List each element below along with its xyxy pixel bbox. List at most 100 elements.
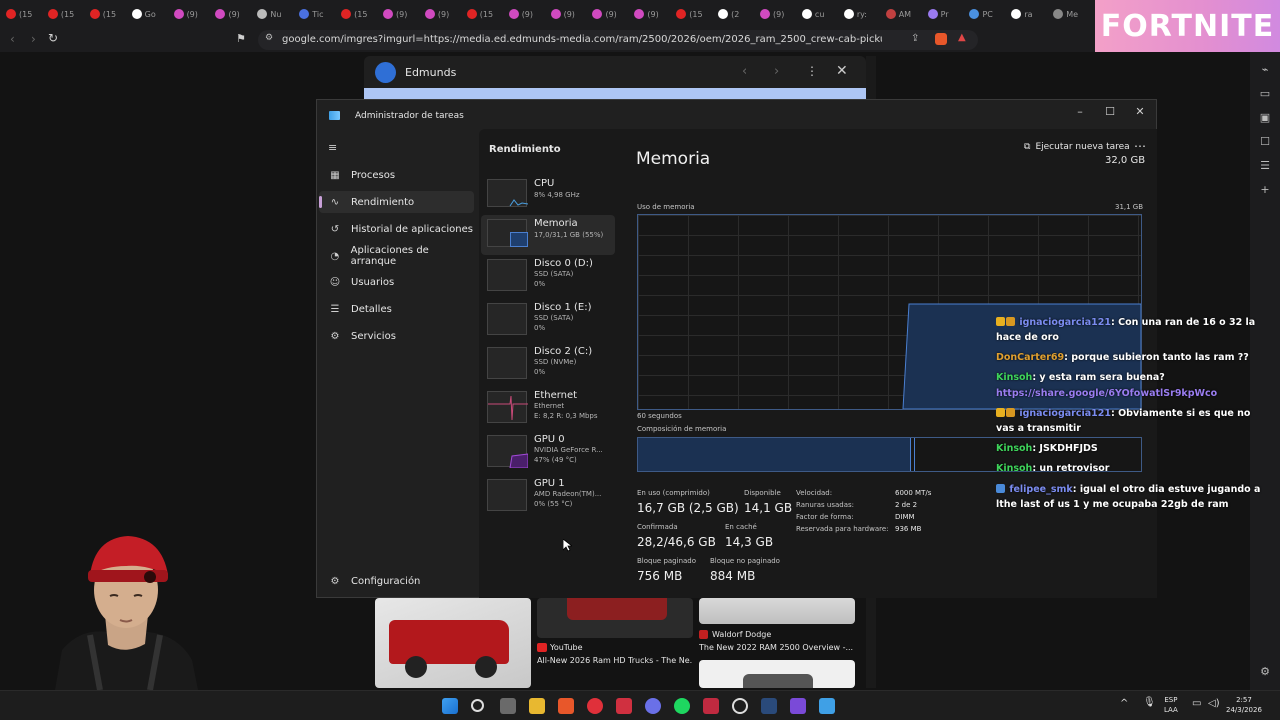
device-disk0[interactable]: Disco 0 (D:) SSD (SATA) 0% [481, 255, 615, 295]
brave-shield-icon[interactable] [935, 33, 947, 45]
tab-favicon-icon [676, 9, 687, 19]
settings-icon: ⚙ [330, 575, 340, 587]
network-icon[interactable]: ▭ [1192, 698, 1201, 709]
browser-tab[interactable]: (9) [592, 3, 634, 25]
browser-tab[interactable]: (15 [341, 3, 383, 25]
language-indicator[interactable]: ESP LAA [1164, 695, 1178, 715]
device-gpu0[interactable]: GPU 0 NVIDIA GeForce R... 47% (49 °C) [481, 431, 615, 471]
nav-performance[interactable]: ∿ Rendimiento [319, 191, 474, 213]
browser-tab[interactable]: (9) [424, 3, 467, 25]
history-icon[interactable]: ☰ [1259, 160, 1271, 172]
nav-startup-apps[interactable]: ◔ Aplicaciones de arranque [319, 245, 474, 267]
search-icon[interactable] [471, 699, 484, 712]
browser-tab[interactable]: (9) [215, 3, 257, 25]
browser-tab[interactable]: (9) [550, 3, 593, 25]
app-icon[interactable] [790, 698, 806, 714]
nav-label: Historial de aplicaciones [351, 223, 473, 235]
microphone-icon[interactable]: 🎙 [1143, 697, 1156, 708]
nav-services[interactable]: ⚙ Servicios [319, 325, 474, 347]
browser-tab[interactable]: AM [885, 3, 928, 25]
brave-rewards-icon[interactable]: ▲ [958, 32, 966, 43]
brave-icon[interactable] [558, 698, 574, 714]
close-icon[interactable]: ✕ [1130, 104, 1150, 120]
device-disk1[interactable]: Disco 1 (E:) SSD (SATA) 0% [481, 299, 615, 339]
wallet-icon[interactable]: ▣ [1259, 112, 1271, 124]
browser-tab[interactable]: (9) [383, 3, 425, 25]
youtube-title[interactable]: All-New 2026 Ram HD Trucks - The Ne... [537, 656, 693, 665]
bookmark-icon[interactable]: ⚑ [236, 32, 246, 45]
spotify-icon[interactable] [674, 698, 690, 714]
dodge-title[interactable]: The New 2022 RAM 2500 Overview -... [699, 643, 855, 652]
minimize-icon[interactable]: – [1070, 104, 1090, 120]
browser-tab[interactable]: (15 [466, 3, 509, 25]
discord-icon[interactable] [645, 698, 661, 714]
device-cpu[interactable]: CPU 8% 4,98 GHz [481, 175, 615, 215]
browser-tab[interactable]: PC [969, 3, 1011, 25]
hamburger-icon[interactable]: ≡ [328, 141, 337, 154]
browser-tab[interactable]: (9) [760, 3, 802, 25]
run-new-task-button[interactable]: ⧉ Ejecutar nueva tarea [1024, 142, 1130, 152]
clock[interactable]: 2:57 24/3/2026 [1226, 695, 1262, 715]
next-icon[interactable]: › [774, 64, 779, 79]
browser-tab[interactable]: (15 [89, 3, 132, 25]
device-disk2[interactable]: Disco 2 (C:) SSD (NVMe) 0% [481, 343, 615, 383]
media-player-icon[interactable] [587, 698, 603, 714]
settings-icon[interactable]: ⚙ [1259, 666, 1271, 678]
truck-thumbnail-4[interactable] [699, 660, 855, 688]
start-icon[interactable] [442, 698, 458, 714]
browser-tab[interactable]: Pr [927, 3, 970, 25]
device-ethernet[interactable]: Ethernet Ethernet E: 8,2 R: 0,3 Mbps [481, 387, 615, 427]
browser-tab[interactable]: (15 [6, 3, 48, 25]
browser-tab[interactable]: Nu [257, 3, 299, 25]
pin-icon[interactable]: ⌁ [1259, 64, 1271, 76]
nav-processes[interactable]: ▦ Procesos [319, 164, 474, 186]
share-icon[interactable]: ⇪ [911, 33, 919, 44]
truck-thumbnail-2[interactable] [537, 598, 693, 638]
maximize-icon[interactable]: ☐ [1100, 104, 1120, 120]
browser-tab[interactable]: (9) [634, 3, 676, 25]
app-icon[interactable] [703, 698, 719, 714]
browser-tab[interactable]: Me [1053, 3, 1095, 25]
browser-tab[interactable]: cu [801, 3, 844, 25]
add-icon[interactable]: + [1259, 184, 1271, 196]
more-icon[interactable]: ⋯ [1134, 139, 1146, 153]
browser-tab[interactable]: Tic [299, 3, 341, 25]
nav-details[interactable]: ☰ Detalles [319, 298, 474, 320]
back-icon[interactable]: ‹ [10, 32, 15, 46]
url-bar[interactable]: ⚙ google.com/imgres?imgurl=https://media… [258, 30, 978, 50]
browser-tab[interactable]: (15 [676, 3, 718, 25]
volume-icon[interactable]: ◁) [1208, 698, 1220, 709]
task-view-icon[interactable] [500, 698, 516, 714]
nav-users[interactable]: ☺ Usuarios [319, 271, 474, 293]
file-explorer-icon[interactable] [529, 698, 545, 714]
obs-icon[interactable] [732, 698, 748, 714]
streamer-avatar [50, 520, 200, 691]
chevron-up-icon[interactable]: ^ [1120, 698, 1128, 709]
chat-link[interactable]: https://share.google/6YOfowatlSr9kpWco [996, 386, 1217, 401]
browser-tab[interactable]: Go [131, 3, 174, 25]
nav-label: Detalles [351, 303, 392, 315]
site-settings-icon[interactable]: ⚙ [265, 33, 273, 43]
reading-icon[interactable]: ▭ [1259, 88, 1271, 100]
browser-tab[interactable]: (9) [508, 3, 551, 25]
bookmarks-icon[interactable]: ☐ [1259, 136, 1271, 148]
device-memory[interactable]: Memoria 17,0/31,1 GB (55%) [481, 215, 615, 255]
browser-tab[interactable]: (2 [718, 3, 760, 25]
forward-icon[interactable]: › [31, 32, 36, 46]
device-gpu1[interactable]: GPU 1 AMD Radeon(TM)... 0% (55 °C) [481, 475, 615, 515]
browser-tab[interactable]: (15 [47, 3, 90, 25]
nav-app-history[interactable]: ↺ Historial de aplicaciones [319, 218, 474, 240]
close-popup-icon[interactable]: ✕ [836, 63, 848, 79]
app-icon[interactable] [616, 698, 632, 714]
task-manager-taskbar-icon[interactable] [819, 698, 835, 714]
truck-thumbnail-1[interactable] [375, 598, 531, 688]
browser-tab[interactable]: ry: [843, 3, 886, 25]
prev-icon[interactable]: ‹ [742, 64, 747, 79]
browser-tab[interactable]: (9) [173, 3, 216, 25]
reload-icon[interactable]: ↻ [48, 31, 58, 45]
truck-thumbnail-3[interactable] [699, 598, 855, 624]
more-options-icon[interactable]: ⋮ [806, 64, 818, 78]
browser-tab[interactable]: ra [1011, 3, 1053, 25]
steam-icon[interactable] [761, 698, 777, 714]
nav-settings[interactable]: ⚙ Configuración [319, 570, 474, 592]
